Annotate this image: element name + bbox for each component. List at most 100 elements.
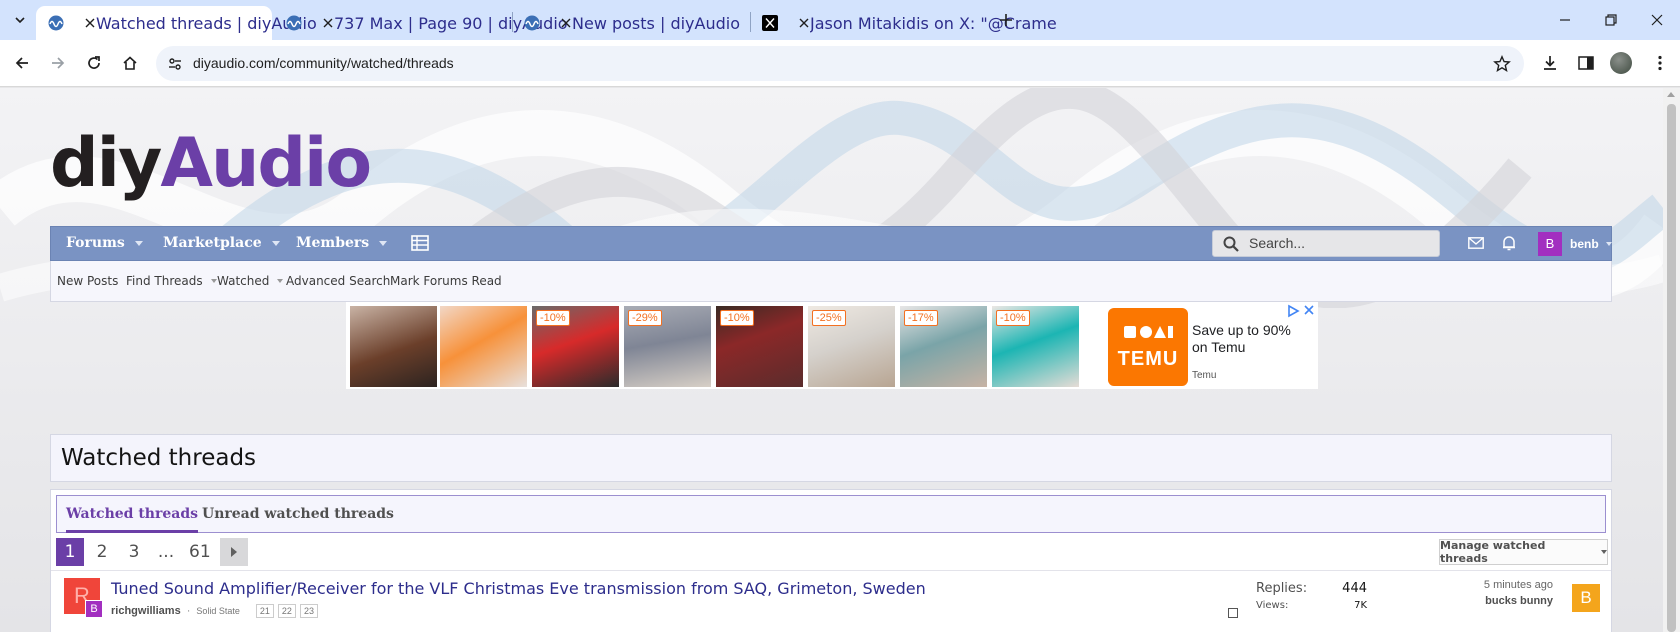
page-link[interactable]: 3: [120, 538, 148, 566]
address-bar[interactable]: diyaudio.com/community/watched/threads: [156, 46, 1524, 81]
chevron-down-icon[interactable]: [134, 241, 143, 246]
forward-arrow-icon[interactable]: [42, 47, 74, 79]
thread-meta: richgwilliams · Solid State 21 22 23: [111, 604, 318, 618]
subnav-advanced-search[interactable]: Advanced Search: [286, 261, 390, 301]
chevron-down-icon[interactable]: [277, 279, 284, 283]
tab-title: Jason Mitakidis on X: "@Crame: [810, 14, 1057, 33]
close-ad-icon[interactable]: [1302, 303, 1316, 317]
page-link-current[interactable]: 1: [56, 538, 84, 566]
thread-author[interactable]: richgwilliams: [111, 605, 181, 617]
home-icon[interactable]: [114, 47, 146, 79]
account-menu[interactable]: B benb: [1538, 230, 1612, 257]
chevron-down-icon: [1601, 550, 1607, 554]
ad-product-image[interactable]: -25%: [808, 306, 895, 387]
chevron-down-icon[interactable]: [210, 279, 217, 283]
profile-avatar[interactable]: [1610, 52, 1632, 74]
browser-toolbar: diyaudio.com/community/watched/threads: [0, 40, 1680, 87]
search-input[interactable]: Search...: [1212, 230, 1440, 257]
search-placeholder: Search...: [1249, 235, 1306, 251]
thread-page-link[interactable]: 23: [299, 604, 318, 618]
inbox-envelope-icon[interactable]: [1466, 234, 1486, 252]
discount-badge: -10%: [996, 310, 1030, 326]
restore-window-icon[interactable]: [1588, 0, 1634, 40]
chrome-menu-icon[interactable]: [1644, 47, 1676, 79]
discount-badge: -29%: [628, 310, 662, 326]
ad-product-image[interactable]: -10%: [992, 306, 1079, 387]
subnav-watched[interactable]: Watched: [217, 261, 284, 301]
tab-title: New posts | diyAudio: [572, 14, 740, 33]
subnav-advanced-search-label: Advanced Search: [286, 274, 391, 288]
page-title: Watched threads: [61, 445, 257, 471]
tab-search-chevron-icon[interactable]: [8, 8, 32, 32]
ad-product-image[interactable]: -10%: [716, 306, 803, 387]
downloads-icon[interactable]: [1534, 47, 1566, 79]
next-page-arrow-icon[interactable]: [219, 538, 248, 566]
ad-headline[interactable]: Save up to 90% on Temu: [1192, 322, 1304, 356]
last-post-user[interactable]: bucks bunny: [1485, 595, 1553, 607]
browser-tab[interactable]: New posts | diyAudio: [512, 6, 748, 40]
side-panel-icon[interactable]: [1570, 47, 1602, 79]
thread-select-checkbox[interactable]: [1228, 608, 1238, 618]
ad-brand[interactable]: Temu: [1192, 370, 1216, 381]
alerts-bell-icon[interactable]: [1499, 234, 1519, 252]
tab-watched-threads[interactable]: Watched threads: [66, 496, 198, 533]
bookmark-star-icon[interactable]: [1490, 52, 1514, 76]
advertisement-banner[interactable]: -10% -29% -10% -25% -17% -10% TEMU Save …: [346, 302, 1318, 389]
temu-logo[interactable]: TEMU: [1108, 308, 1188, 386]
site-logo[interactable]: diyAudio: [50, 124, 372, 203]
whats-new-list-icon[interactable]: [411, 235, 429, 251]
manage-watched-threads-label: Manage watched threads: [1440, 539, 1546, 565]
nav-forums[interactable]: Forums: [66, 227, 143, 260]
replies-count: 444: [1342, 581, 1367, 596]
subnav-mark-forums-read[interactable]: Mark Forums Read: [390, 261, 502, 301]
adchoices-icon[interactable]: [1286, 304, 1300, 318]
browser-tab[interactable]: 737 Max | Page 90 | diyAudio: [274, 6, 568, 40]
user-avatar: B: [1538, 231, 1562, 256]
ad-product-image[interactable]: -10%: [532, 306, 619, 387]
subnav-watched-label: Watched: [217, 274, 270, 288]
page-scrollbar[interactable]: [1663, 88, 1680, 632]
thread-title-link[interactable]: Tuned Sound Amplifier/Receiver for the V…: [111, 579, 926, 598]
site-info-tune-icon[interactable]: [164, 53, 186, 75]
minimize-window-icon[interactable]: [1542, 0, 1588, 40]
reload-icon[interactable]: [78, 47, 110, 79]
discount-badge: -10%: [720, 310, 754, 326]
nav-marketplace-label: Marketplace: [163, 235, 262, 251]
scrollbar-thumb[interactable]: [1667, 104, 1676, 632]
discount-badge: -17%: [904, 310, 938, 326]
thread-forum[interactable]: Solid State: [196, 606, 240, 616]
thread-page-link[interactable]: 21: [255, 604, 274, 618]
nav-marketplace[interactable]: Marketplace: [163, 227, 280, 260]
nav-forums-label: Forums: [66, 235, 125, 251]
back-arrow-icon[interactable]: [6, 47, 38, 79]
chevron-down-icon[interactable]: [379, 241, 388, 246]
subnav-new-posts[interactable]: New Posts: [57, 261, 118, 301]
url-text[interactable]: diyaudio.com/community/watched/threads: [193, 46, 454, 81]
ad-product-image[interactable]: [440, 306, 527, 387]
web-page: diyAudio Forums Marketplace Members Sear…: [0, 88, 1663, 632]
page-link-last[interactable]: 61: [184, 538, 216, 566]
new-tab-plus-icon[interactable]: [994, 8, 1018, 32]
ad-product-image[interactable]: -17%: [900, 306, 987, 387]
pagination: 1 2 3 ... 61: [56, 538, 252, 566]
page-link[interactable]: 2: [88, 538, 116, 566]
last-poster-mini-avatar[interactable]: B: [85, 600, 103, 618]
close-window-icon[interactable]: [1634, 0, 1680, 40]
manage-watched-threads-button[interactable]: Manage watched threads: [1439, 539, 1608, 565]
tab-unread-watched-threads[interactable]: Unread watched threads: [202, 496, 394, 532]
scroll-up-arrow-icon[interactable]: [1667, 92, 1675, 97]
last-poster-avatar[interactable]: B: [1572, 584, 1600, 612]
thread-page-link[interactable]: 22: [277, 604, 296, 618]
thread-row[interactable]: R B Tuned Sound Amplifier/Receiver for t…: [51, 570, 1611, 632]
logo-text-part2: Audio: [160, 124, 372, 203]
subnav-find-threads[interactable]: Find Threads: [126, 261, 217, 301]
nav-members[interactable]: Members: [296, 227, 388, 260]
ad-product-image[interactable]: -29%: [624, 306, 711, 387]
browser-tab[interactable]: Jason Mitakidis on X: "@Crame: [750, 6, 1057, 40]
page-jump-ellipsis[interactable]: ...: [152, 538, 180, 566]
chevron-down-icon[interactable]: [271, 241, 280, 246]
browser-tab[interactable]: Watched threads | diyAudio: [36, 6, 317, 40]
ad-product-image[interactable]: [350, 306, 437, 387]
username: benb: [1570, 236, 1599, 251]
last-post-time[interactable]: 5 minutes ago: [1484, 579, 1553, 591]
